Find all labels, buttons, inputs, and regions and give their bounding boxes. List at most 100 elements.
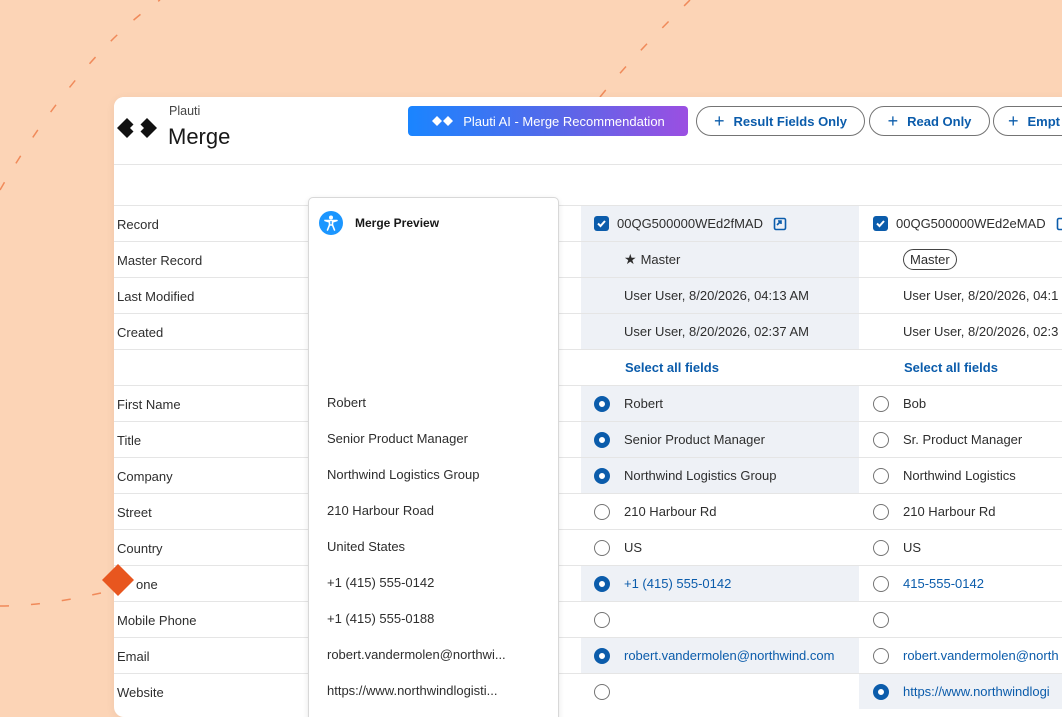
- open-record-icon[interactable]: [1056, 217, 1062, 231]
- record-2-last-modified: User User, 8/20/2026, 04:1: [903, 288, 1059, 303]
- field-value: US: [624, 540, 643, 555]
- street-row: Street 210 Harbour Rd 210 Harbour Rd: [114, 493, 1062, 529]
- field-radio[interactable]: [873, 467, 889, 484]
- field-radio[interactable]: [594, 647, 610, 664]
- record-2-first-name: Bob: [873, 386, 1062, 421]
- record-2-street: 210 Harbour Rd: [873, 494, 1062, 529]
- record-1-street: 210 Harbour Rd: [594, 494, 854, 529]
- row-label: one: [136, 577, 158, 592]
- record-1-country: US: [594, 530, 854, 565]
- field-radio[interactable]: [594, 503, 610, 520]
- select-all-fields-link-1[interactable]: Select all fields: [625, 360, 719, 375]
- first-name-row: First Name Robert Bob: [114, 385, 1062, 421]
- record-1-created: User User, 8/20/2026, 02:37 AM: [624, 324, 809, 339]
- record-2-website: https://www.northwindlogi: [873, 674, 1062, 709]
- field-radio[interactable]: [594, 431, 610, 448]
- last-modified-row: Last Modified User User, 8/20/2026, 04:1…: [114, 277, 1062, 313]
- field-radio[interactable]: [873, 683, 889, 700]
- record-2-id: 00QG500000WEd2eMAD: [896, 216, 1046, 231]
- record-1-mobile-phone: [594, 602, 854, 637]
- field-radio[interactable]: [594, 683, 610, 700]
- read-only-button[interactable]: + Read Only: [869, 106, 990, 136]
- plus-icon: +: [887, 111, 899, 131]
- field-value: Northwind Logistics Group: [624, 468, 777, 483]
- phone-link[interactable]: 415-555-0142: [903, 576, 984, 591]
- preview-phone: +1 (415) 555-0142: [327, 575, 435, 590]
- field-value: Bob: [903, 396, 927, 411]
- plus-icon: +: [1008, 111, 1019, 131]
- record-2-created: User User, 8/20/2026, 02:3: [903, 324, 1059, 339]
- field-radio[interactable]: [594, 467, 610, 484]
- row-label: Street: [117, 505, 152, 520]
- record-1-email: robert.vandermolen@northwind.com: [594, 638, 856, 673]
- set-master-button[interactable]: Master: [903, 249, 957, 270]
- empty-fields-button[interactable]: + Empt: [993, 106, 1062, 136]
- brand-name: Plauti: [169, 104, 201, 118]
- select-all-fields-link-2[interactable]: Select all fields: [904, 360, 998, 375]
- title-row: Title Senior Product Manager Sr. Product…: [114, 421, 1062, 457]
- company-row: Company Northwind Logistics Group Northw…: [114, 457, 1062, 493]
- record-2-email: robert.vandermolen@north: [873, 638, 1062, 673]
- field-value: US: [903, 540, 922, 555]
- field-radio[interactable]: [594, 611, 610, 628]
- row-label: Website: [117, 685, 164, 700]
- email-row: Email robert.vandermolen@northwind.com r…: [114, 637, 1062, 673]
- field-radio[interactable]: [873, 575, 889, 592]
- field-radio[interactable]: [873, 395, 889, 412]
- empty-label: Empt: [1027, 113, 1061, 129]
- result-fields-only-button[interactable]: + Result Fields Only: [696, 106, 865, 136]
- field-radio[interactable]: [594, 395, 610, 412]
- record-1-title: Senior Product Manager: [594, 422, 854, 457]
- row-label: Mobile Phone: [117, 613, 197, 628]
- field-radio[interactable]: [873, 539, 889, 556]
- merge-window: Plauti Merge Plauti AI - Merge Recommend…: [114, 97, 1062, 717]
- row-label: Last Modified: [117, 289, 195, 304]
- field-radio[interactable]: [594, 539, 610, 556]
- mobile-phone-row: Mobile Phone: [114, 601, 1062, 637]
- field-value: 210 Harbour Rd: [903, 504, 996, 519]
- preview-title-value: Senior Product Manager: [327, 431, 468, 446]
- record-1-phone: +1 (415) 555-0142: [594, 566, 854, 601]
- record-2-master[interactable]: Master: [903, 242, 1062, 277]
- field-radio[interactable]: [873, 431, 889, 448]
- master-label: Master: [640, 252, 681, 267]
- country-row: Country US US: [114, 529, 1062, 565]
- row-label: First Name: [117, 397, 181, 412]
- page-title: Merge: [168, 124, 231, 149]
- preview-first-name: Robert: [327, 395, 367, 410]
- row-label: Created: [117, 325, 164, 340]
- email-link[interactable]: robert.vandermolen@north: [903, 648, 1059, 663]
- field-value: Robert: [624, 396, 664, 411]
- record-2-country: US: [873, 530, 1062, 565]
- field-value: 210 Harbour Rd: [624, 504, 717, 519]
- field-radio[interactable]: [873, 611, 889, 628]
- phone-link[interactable]: +1 (415) 555-0142: [624, 576, 731, 591]
- record-1-checkbox[interactable]: [594, 216, 609, 231]
- field-value: Northwind Logistics: [903, 468, 1016, 483]
- ai-merge-recommendation-button[interactable]: Plauti AI - Merge Recommendation: [408, 106, 688, 136]
- plauti-logo-icon: [117, 118, 157, 138]
- open-record-icon[interactable]: [773, 217, 787, 231]
- website-link[interactable]: https://www.northwindlogi: [903, 684, 1050, 699]
- record-2-checkbox[interactable]: [873, 216, 888, 231]
- plus-icon: +: [714, 111, 725, 131]
- star-icon: ★: [624, 251, 637, 267]
- merge-preview-panel: Merge Preview Robert Senior Product Mana…: [308, 197, 559, 717]
- preview-company: Northwind Logistics Group: [327, 467, 480, 482]
- created-row: Created User User, 8/20/2026, 02:37 AM U…: [114, 313, 1062, 349]
- field-radio[interactable]: [873, 647, 889, 664]
- field-radio[interactable]: [594, 575, 610, 592]
- row-label: Company: [117, 469, 173, 484]
- record-1-website: [594, 674, 854, 709]
- row-label: Email: [117, 649, 150, 664]
- record-row: Record 00QG500000WEd2fMAD 00QG500000WEd2…: [114, 205, 1062, 241]
- field-value: Senior Product Manager: [624, 432, 765, 447]
- record-2-company: Northwind Logistics: [873, 458, 1062, 493]
- checkmark-icon: [876, 220, 885, 228]
- email-link[interactable]: robert.vandermolen@northwind.com: [624, 648, 834, 663]
- field-radio[interactable]: [873, 503, 889, 520]
- row-label: Title: [117, 433, 142, 448]
- preview-country: United States: [327, 539, 406, 554]
- record-1-id: 00QG500000WEd2fMAD: [617, 216, 763, 231]
- diamond-marker-icon: [102, 564, 134, 596]
